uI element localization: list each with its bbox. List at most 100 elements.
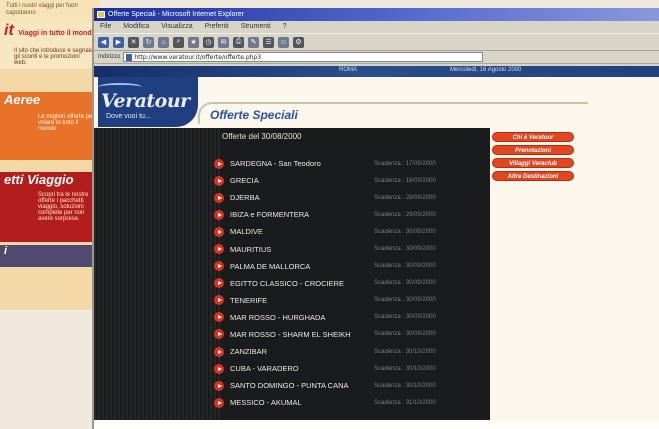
logo-tagline: Dove vuoi tu... [106, 113, 151, 120]
offer-destination[interactable]: CUBA - VARADERO [230, 364, 299, 373]
offer-destination[interactable]: IBIZA e FORMENTERA [230, 210, 309, 219]
web-page: ROMA Mercoledì, 16 Agosto 2000 Veratour … [94, 66, 659, 429]
arrow-bullet-icon [214, 363, 224, 374]
arrow-bullet-icon [214, 346, 224, 357]
arrow-bullet-icon [214, 295, 224, 306]
arrow-bullet-icon [214, 175, 224, 186]
menu-file[interactable]: File [100, 23, 111, 30]
address-input[interactable]: http://www.veratour.it/offerte/offerte.p… [123, 52, 484, 62]
offer-destination[interactable]: MAURITIUS [230, 245, 271, 254]
banner-location: ROMA [339, 67, 357, 73]
side-nav: Chi è Veratour Prenotazioni Villaggi Ver… [492, 132, 574, 184]
address-url: http://www.veratour.it/offerte/offerte.p… [134, 54, 262, 61]
offer-item[interactable]: IBIZA e FORMENTERA Scadenza : 29/09/2000 [214, 206, 490, 223]
bg-top-text: Tutti i nostri viaggi per fuori capodann… [6, 3, 78, 16]
offer-deadline: Scadenza : 30/09/2000 [374, 280, 436, 287]
offer-destination[interactable]: MESSICO - AKUMAL [230, 398, 302, 407]
top-banner: ROMA Mercoledì, 16 Agosto 2000 [94, 66, 659, 77]
offer-deadline: Scadenza : 30/09/2000 [374, 228, 436, 235]
offer-item[interactable]: ZANZIBAR Scadenza : 30/10/2000 [214, 343, 490, 360]
nav-altre-destinazioni[interactable]: Altre Destinazioni [492, 171, 574, 181]
offer-item[interactable]: PALMA DE MALLORCA Scadenza : 30/09/2000 [214, 258, 490, 275]
offer-deadline: Scadenza : 29/09/2000 [374, 211, 436, 218]
menu-help[interactable]: ? [283, 23, 287, 30]
offers-date: Offerte del 30/08/2000 [222, 132, 302, 141]
promo-text: Le migliori offerte per volare in tutto … [38, 114, 95, 132]
offer-deadline: Scadenza : 30/09/2000 [374, 263, 436, 270]
print-icon[interactable]: ⎙ [233, 36, 244, 48]
offer-deadline: Scadenza : 30/09/2000 [374, 297, 436, 304]
history-icon[interactable]: ◷ [203, 36, 214, 48]
arrow-bullet-icon [214, 209, 224, 220]
offer-deadline: Scadenza : 17/09/2000 [374, 160, 436, 167]
messenger-icon[interactable]: ☺ [278, 36, 289, 48]
offer-item[interactable]: DJERBA Scadenza : 28/09/2000 [214, 189, 490, 206]
promo-title: it [4, 22, 14, 39]
refresh-icon[interactable]: ↻ [143, 36, 154, 48]
tools-icon[interactable]: ⚙ [293, 36, 304, 48]
nav-chi-e-veratour[interactable]: Chi è Veratour [492, 132, 574, 142]
discuss-icon[interactable]: ☰ [263, 36, 274, 48]
address-bar: Indirizzo http://www.veratour.it/offerte… [94, 51, 659, 64]
offer-destination[interactable]: MALDIVE [230, 227, 263, 236]
offer-destination[interactable]: PALMA DE MALLORCA [230, 262, 310, 271]
menu-tools[interactable]: Strumenti [241, 23, 271, 30]
offer-deadline: Scadenza : 28/09/2000 [374, 194, 436, 201]
search-icon[interactable]: ⌕ [173, 36, 184, 48]
page-icon [126, 54, 133, 61]
window-title: Offerte Speciali - Microsoft Internet Ex… [108, 11, 245, 18]
offer-item[interactable]: GRECIA Scadenza : 18/09/2000 [214, 172, 490, 189]
promo-other[interactable]: i [0, 245, 100, 267]
offer-destination[interactable]: MAR ROSSO - HURGHADA [230, 313, 325, 322]
offer-item[interactable]: CUBA - VARADERO Scadenza : 30/10/2000 [214, 360, 490, 377]
mail-icon[interactable]: ✉ [218, 36, 229, 48]
forward-icon[interactable]: ▶ [113, 36, 124, 48]
background-website: Tutti i nostri viaggi per fuori capodann… [0, 0, 100, 310]
stop-icon[interactable]: ✕ [128, 36, 139, 48]
menu-favorites[interactable]: Preferiti [205, 23, 229, 30]
promo-title: etti Viaggio [4, 172, 74, 187]
offer-item[interactable]: EGITTO CLASSICO - CROCIERE Scadenza : 30/… [214, 275, 490, 292]
offer-destination[interactable]: DJERBA [230, 193, 260, 202]
offer-item[interactable]: SARDEGNA - San Teodoro Scadenza : 17/09/2… [214, 155, 490, 172]
offer-destination[interactable]: TENERIFE [230, 296, 267, 305]
logo-brand: Veratour [101, 90, 190, 112]
menu-edit[interactable]: Modifica [123, 23, 149, 30]
arrow-bullet-icon [214, 226, 224, 237]
arrow-bullet-icon [214, 192, 224, 203]
offer-deadline: Scadenza : 30/10/2000 [374, 382, 436, 389]
offers-list: SARDEGNA - San Teodoro Scadenza : 17/09/2… [214, 155, 490, 411]
nav-villaggi-veraclub[interactable]: Villaggi Veraclub [492, 158, 574, 168]
offer-destination[interactable]: MAR ROSSO - SHARM EL SHEIKH [230, 330, 351, 339]
back-icon[interactable]: ◀ [98, 36, 109, 48]
promo-packages[interactable]: etti Viaggio Scopri tra le nostre offert… [0, 172, 100, 242]
edit-icon[interactable]: ✎ [248, 36, 259, 48]
arrow-bullet-icon [214, 261, 224, 272]
offer-item[interactable]: MALDIVE Scadenza : 30/09/2000 [214, 223, 490, 240]
nav-prenotazioni[interactable]: Prenotazioni [492, 145, 574, 155]
menu-view[interactable]: Visualizza [161, 23, 192, 30]
promo-title: Aeree [4, 92, 41, 107]
title-bar[interactable]: Offerte Speciali - Microsoft Internet Ex… [94, 8, 659, 21]
bg-top-strip: Tutti i nostri viaggi per fuori capodann… [0, 0, 100, 22]
offer-destination[interactable]: GRECIA [230, 176, 259, 185]
arrow-bullet-icon [214, 158, 224, 169]
veratour-logo[interactable]: Veratour Dove vuoi tu... [98, 77, 198, 127]
offer-destination[interactable]: SARDEGNA - San Teodoro [230, 159, 321, 168]
offer-destination[interactable]: SANTO DOMINGO - PUNTA CANA [230, 381, 348, 390]
offer-item[interactable]: SANTO DOMINGO - PUNTA CANA Scadenza : 30/… [214, 377, 490, 394]
offer-item[interactable]: MAR ROSSO - SHARM EL SHEIKH Scadenza : 30… [214, 326, 490, 343]
promo-travel[interactable]: it Viaggi in tutto il mondo Il sito che … [0, 22, 100, 69]
offer-item[interactable]: TENERIFE Scadenza : 30/09/2000 [214, 292, 490, 309]
arrow-bullet-icon [214, 397, 224, 408]
browser-window: Offerte Speciali - Microsoft Internet Ex… [92, 8, 659, 429]
offer-item[interactable]: MAURITIUS Scadenza : 30/09/2000 [214, 240, 490, 257]
favorites-icon[interactable]: ★ [188, 36, 199, 48]
offer-item[interactable]: MAR ROSSO - HURGHADA Scadenza : 30/09/200… [214, 309, 490, 326]
home-icon[interactable]: ⌂ [158, 36, 169, 48]
offer-item[interactable]: MESSICO - AKUMAL Scadenza : 31/10/2000 [214, 394, 490, 411]
promo-flights[interactable]: Aeree Le migliori offerte per volare in … [0, 92, 100, 160]
offer-destination[interactable]: ZANZIBAR [230, 347, 267, 356]
banner-date: Mercoledì, 16 Agosto 2000 [450, 67, 522, 73]
offer-destination[interactable]: EGITTO CLASSICO - CROCIERE [230, 279, 344, 288]
